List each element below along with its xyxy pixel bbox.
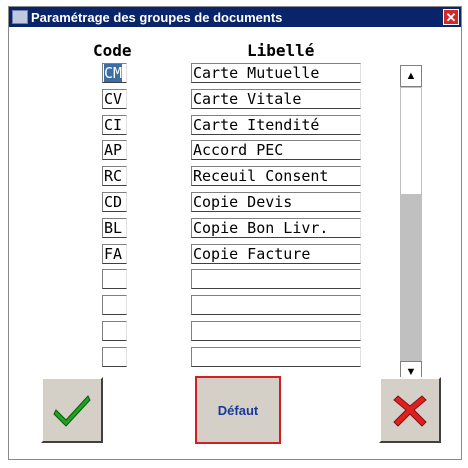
green-checkmark-icon	[53, 395, 91, 427]
code-cell[interactable]: CI	[102, 115, 127, 135]
code-cell[interactable]	[102, 269, 127, 289]
close-button[interactable]: ✕	[443, 9, 459, 25]
code-cell[interactable]: CV	[102, 89, 127, 109]
libelle-cell[interactable]: Carte Vitale	[191, 89, 361, 109]
code-cell[interactable]: FA	[102, 244, 127, 264]
code-cell[interactable]	[102, 295, 127, 315]
code-column-header: Code	[93, 41, 132, 60]
libelle-cell[interactable]: Receuil Consent	[191, 166, 361, 186]
libelle-cell[interactable]: Copie Bon Livr.	[191, 218, 361, 238]
code-value: AP	[104, 141, 123, 159]
code-cell[interactable]: BL	[102, 218, 127, 238]
libelle-cell[interactable]	[191, 321, 361, 341]
code-cell[interactable]: CD	[102, 192, 127, 212]
libelle-cell[interactable]: Copie Facture	[191, 244, 361, 264]
libelle-cell[interactable]: Accord PEC	[191, 140, 361, 160]
code-value: RC	[104, 167, 123, 185]
default-button[interactable]: Défaut	[195, 376, 281, 444]
libelle-cell[interactable]: Carte Mutuelle	[191, 63, 361, 83]
scroll-up-arrow-icon[interactable]: ▲	[400, 65, 422, 87]
libelle-cell[interactable]	[191, 269, 361, 289]
scroll-thumb[interactable]	[400, 87, 422, 195]
vertical-scrollbar[interactable]: ▲ ▼	[400, 65, 422, 383]
window-title: Paramétrage des groupes de documents	[31, 9, 283, 25]
document-groups-dialog: Paramétrage des groupes de documents ✕ C…	[8, 6, 462, 460]
libelle-cell[interactable]	[191, 295, 361, 315]
cancel-button[interactable]	[379, 377, 441, 443]
code-cell[interactable]	[102, 321, 127, 341]
code-cell[interactable]: CM	[102, 63, 127, 83]
red-cross-icon	[393, 395, 427, 427]
title-bar[interactable]: Paramétrage des groupes de documents ✕	[9, 7, 461, 27]
libelle-cell[interactable]: Carte Itendité	[191, 115, 361, 135]
code-value: CV	[104, 90, 123, 108]
window-icon	[12, 10, 28, 24]
code-value: CM	[104, 64, 123, 82]
code-cell[interactable]: AP	[102, 140, 127, 160]
code-cell[interactable]: RC	[102, 166, 127, 186]
validate-button[interactable]	[41, 377, 103, 443]
code-cell[interactable]	[102, 347, 127, 367]
libelle-cell[interactable]	[191, 347, 361, 367]
code-value: CI	[104, 116, 123, 134]
libelle-cell[interactable]: Copie Devis	[191, 192, 361, 212]
code-value: CD	[104, 193, 123, 211]
libelle-column-header: Libellé	[247, 41, 315, 60]
code-value: BL	[104, 219, 123, 237]
code-value: FA	[104, 245, 123, 263]
